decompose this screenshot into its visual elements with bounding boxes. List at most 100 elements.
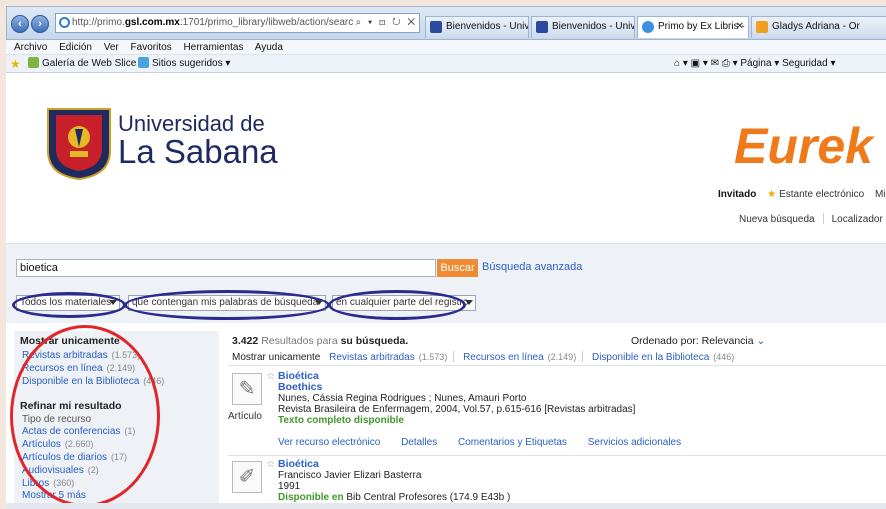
divider (228, 455, 886, 456)
record-subtitle[interactable]: Boethics (278, 382, 635, 393)
close-tab-icon[interactable]: ✕ (736, 17, 744, 37)
add-to-shelf-star-icon[interactable]: ☆ (266, 371, 275, 382)
address-bar[interactable]: http://primo.gsl.com.mx:1701/primo_libra… (55, 13, 420, 33)
university-name-line2: La Sabana (118, 133, 278, 170)
tab-bienvenidos-2[interactable]: Bienvenidos - Universida... (531, 16, 635, 38)
mail-favicon-icon (756, 21, 768, 33)
availability-status: Texto completo disponible (278, 415, 404, 426)
facet-item[interactable]: Revistas arbitradas (1.573) (22, 349, 219, 362)
page-content: Universidad de La Sabana Eurek Invitado … (6, 73, 886, 503)
sort-label: Ordenado por: (631, 335, 699, 347)
advanced-search-link[interactable]: Búsqueda avanzada (482, 261, 582, 273)
divider (582, 351, 584, 362)
e-shelf-link[interactable]: Estante electrónico (779, 189, 864, 200)
menu-archivo[interactable]: Archivo (14, 42, 47, 53)
suggested-sites-icon (138, 57, 149, 68)
my-account-link[interactable]: Mi c (875, 189, 886, 200)
record-title[interactable]: Bioética (278, 459, 510, 470)
show-more-item[interactable]: Mostrar 5 más (22, 490, 219, 502)
facet-count: (1.573) (418, 352, 448, 362)
record-title[interactable]: Bioética (278, 371, 635, 382)
scope-dropdown[interactable]: en cualquier parte del registro (332, 295, 476, 311)
facet-link[interactable]: Artículos de diarios (22, 452, 107, 463)
facet-item[interactable]: Actas de conferencias (1) (22, 425, 219, 438)
record-year: 1991 (278, 481, 301, 492)
menu-ver[interactable]: Ver (104, 42, 119, 53)
address-prefix: http://primo. (72, 17, 125, 28)
ie-logo-icon (59, 17, 70, 28)
facet-item[interactable]: Artículos (2.660) (22, 438, 219, 451)
results-count: 3.422 Resultados para su búsqueda. (232, 335, 408, 347)
horizontal-scrollbar[interactable] (6, 503, 886, 509)
reviews-tags-tab[interactable]: Comentarios y Etiquetas (458, 437, 567, 448)
favorites-star-icon[interactable]: ★ (10, 55, 21, 73)
web-slice-gallery[interactable]: Galería de Web Slice ▾ (28, 55, 144, 73)
chevron-down-icon[interactable]: ⌄ (757, 335, 766, 347)
command-bar[interactable]: ⌂ ▾ ▣ ▾ ✉ ⎙ ▾ Página ▾ Seguridad ▾ (674, 55, 835, 73)
facet-item[interactable]: Recursos en línea (2.149) (22, 362, 219, 375)
facet-link[interactable]: Disponible en la Biblioteca (22, 376, 139, 387)
result-record: ✎ Artículo ☆ Bioética Boethics Nunes, Cá… (228, 369, 886, 455)
user-bar: Invitado ★Estante electrónico Mi c (718, 189, 886, 200)
tab-bienvenidos-1[interactable]: Bienvenidos - Universida... (425, 16, 529, 38)
facet-link[interactable]: Recursos en línea (463, 352, 544, 363)
facet-count: (446) (143, 376, 165, 386)
book-icon: ✐ (232, 461, 262, 493)
facet-item[interactable]: Disponible en la Biblioteca (446) (22, 375, 219, 388)
details-tab[interactable]: Detalles (401, 437, 437, 448)
sort-value[interactable]: Relevancia (702, 335, 754, 347)
new-search-link[interactable]: Nueva búsqueda (739, 214, 815, 225)
record-source: Revista Brasileira de Enfermagem, 2004, … (278, 404, 636, 415)
facet-count: (2.149) (547, 352, 577, 362)
menu-herramientas[interactable]: Herramientas (183, 42, 243, 53)
match-dropdown[interactable]: que contengan mis palabras de búsqueda (128, 295, 326, 311)
materials-dropdown[interactable]: Todos los materiales (16, 295, 120, 311)
tab-label: Gladys Adriana - Or (772, 21, 860, 32)
facet-link[interactable]: Disponible en la Biblioteca (592, 352, 709, 363)
university-favicon-icon (536, 21, 548, 33)
facet-link[interactable]: Actas de conferencias (22, 426, 120, 437)
menu-ayuda[interactable]: Ayuda (255, 42, 283, 53)
suggested-sites[interactable]: Sitios sugeridos ▾ (138, 55, 230, 73)
show-more-link[interactable]: Mostrar 5 más (22, 490, 86, 501)
suggested-sites-label: Sitios sugeridos ▾ (152, 58, 231, 69)
facet-item[interactable]: Libros (360) (22, 477, 219, 490)
facet-link[interactable]: Revistas arbitradas (329, 352, 415, 363)
record-body: Bioética Boethics Nunes, Cássia Regina R… (278, 371, 636, 427)
facet-item[interactable]: Artículos de diarios (17) (22, 451, 219, 464)
browser-toolbar: ‹ › http://primo.gsl.com.mx:1701/primo_l… (6, 6, 886, 40)
ie-favicon-icon (642, 21, 654, 33)
facet-item[interactable]: Audiovisuales (2) (22, 464, 219, 477)
result-record: ✐ ☆ Bioética Francisco Javier Elizari Ba… (228, 457, 886, 503)
sort-control[interactable]: Ordenado por: Relevancia ⌄ (631, 335, 765, 347)
record-type: Artículo (228, 411, 262, 422)
secondary-nav: Nueva búsqueda Localizador d (739, 213, 886, 225)
forward-button[interactable]: › (31, 15, 49, 33)
address-tools-icons[interactable]: ⌕ ▾ ⊡ ↻ ✕ (353, 14, 417, 32)
eureka-brand: Eurek (734, 118, 873, 174)
record-authors: Francisco Javier Elizari Basterra (278, 470, 422, 481)
locator-link[interactable]: Localizador d (832, 214, 886, 225)
menu-favoritos[interactable]: Favoritos (131, 42, 172, 53)
facet-link[interactable]: Artículos (22, 439, 61, 450)
scope-dropdown-value: en cualquier parte del registro (336, 297, 469, 308)
results-facets: Mostrar unicamente Revistas arbitradas (1… (232, 351, 734, 363)
resource-type-label: Tipo de recurso (22, 414, 92, 425)
search-button[interactable]: Buscar (437, 259, 478, 277)
back-button[interactable]: ‹ (11, 15, 29, 33)
facets-label: Mostrar unicamente (232, 352, 321, 363)
tab-gladys[interactable]: Gladys Adriana - Or (751, 16, 886, 38)
tab-primo[interactable]: Primo by Ex Libris - bi... ✕ (637, 16, 749, 38)
facet-link[interactable]: Recursos en línea (22, 363, 103, 374)
search-input[interactable]: bioetica (16, 259, 436, 277)
view-resource-tab[interactable]: Ver recurso electrónico (278, 437, 380, 448)
facet-link[interactable]: Libros (22, 478, 49, 489)
chevron-down-icon (465, 300, 473, 305)
additional-services-tab[interactable]: Servicios adicionales (588, 437, 681, 448)
facet-count: (2.149) (106, 363, 136, 373)
menu-edicion[interactable]: Edición (59, 42, 92, 53)
add-to-shelf-star-icon[interactable]: ☆ (266, 459, 275, 470)
facet-link[interactable]: Revistas arbitradas (22, 350, 108, 361)
divider (228, 365, 886, 366)
facet-link[interactable]: Audiovisuales (22, 465, 84, 476)
